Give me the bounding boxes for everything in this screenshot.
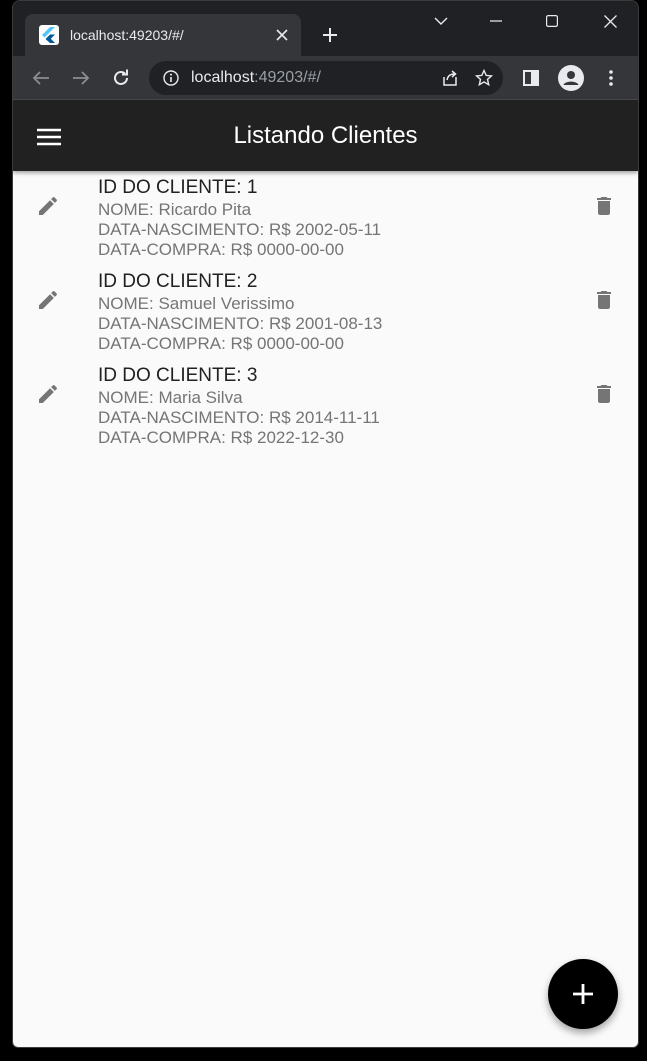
client-birthdate: DATA-NASCIMENTO: R$ 2014-11-11 (98, 408, 380, 427)
minimize-icon[interactable] (476, 7, 516, 35)
back-arrow-icon[interactable] (25, 62, 57, 94)
share-icon[interactable] (435, 63, 465, 93)
address-bar[interactable]: localhost:49203/#/ (149, 61, 503, 95)
trash-icon[interactable] (589, 379, 619, 409)
side-panel-icon[interactable] (515, 62, 547, 94)
flutter-app: Listando Clientes ID DO CLIENTE: 1 NOME:… (13, 101, 638, 1047)
pencil-icon[interactable] (33, 191, 63, 221)
hamburger-menu-icon[interactable] (31, 119, 67, 155)
client-list: ID DO CLIENTE: 1 NOME: Ricardo Pita DATA… (13, 171, 638, 453)
client-id: ID DO CLIENTE: 3 (98, 365, 258, 386)
client-id: ID DO CLIENTE: 1 (98, 177, 258, 198)
page-title: Listando Clientes (233, 122, 418, 149)
url-host: localhost (191, 69, 255, 86)
new-tab-icon[interactable] (316, 21, 344, 49)
client-id: ID DO CLIENTE: 2 (98, 271, 258, 292)
list-item[interactable]: ID DO CLIENTE: 2 NOME: Samuel Verissimo … (13, 265, 638, 359)
client-purchase-date: DATA-COMPRA: R$ 2022-12-30 (98, 428, 344, 447)
forward-arrow-icon[interactable] (65, 62, 97, 94)
client-birthdate: DATA-NASCIMENTO: R$ 2002-05-11 (98, 220, 382, 239)
browser-tab[interactable]: localhost:49203/#/ (25, 14, 301, 56)
url-path: :49203/#/ (254, 69, 321, 86)
tab-close-icon[interactable] (269, 22, 295, 48)
browser-toolbar: localhost:49203/#/ (13, 56, 638, 100)
trash-icon[interactable] (589, 191, 619, 221)
maximize-icon[interactable] (532, 7, 572, 35)
trash-icon[interactable] (589, 285, 619, 315)
plus-icon (573, 984, 593, 1004)
add-client-button[interactable] (548, 959, 618, 1029)
client-info: ID DO CLIENTE: 2 NOME: Samuel Verissimo … (98, 270, 382, 354)
pencil-icon[interactable] (33, 285, 63, 315)
client-info: ID DO CLIENTE: 1 NOME: Ricardo Pita DATA… (98, 176, 381, 260)
bookmark-star-icon[interactable] (469, 63, 499, 93)
list-item[interactable]: ID DO CLIENTE: 3 NOME: Maria Silva DATA-… (13, 359, 638, 453)
pencil-icon[interactable] (33, 379, 63, 409)
client-name: NOME: Ricardo Pita (98, 200, 252, 219)
site-info-icon[interactable] (161, 68, 181, 88)
client-purchase-date: DATA-COMPRA: R$ 0000-00-00 (98, 334, 344, 353)
url-text[interactable]: localhost:49203/#/ (191, 69, 435, 87)
client-purchase-date: DATA-COMPRA: R$ 0000-00-00 (98, 240, 344, 259)
reload-icon[interactable] (105, 62, 137, 94)
tab-strip: localhost:49203/#/ (13, 1, 638, 56)
list-item[interactable]: ID DO CLIENTE: 1 NOME: Ricardo Pita DATA… (13, 171, 638, 265)
browser-menu-icon[interactable] (595, 62, 627, 94)
flutter-favicon-icon (39, 25, 59, 45)
app-bar: Listando Clientes (13, 101, 638, 171)
client-birthdate: DATA-NASCIMENTO: R$ 2001-08-13 (98, 314, 383, 333)
client-name: NOME: Maria Silva (98, 388, 243, 407)
client-info: ID DO CLIENTE: 3 NOME: Maria Silva DATA-… (98, 364, 380, 448)
window-close-icon[interactable] (590, 7, 630, 35)
client-name: NOME: Samuel Verissimo (98, 294, 295, 313)
tab-search-chevron-icon[interactable] (421, 7, 461, 35)
profile-avatar-icon[interactable] (555, 62, 587, 94)
browser-window: localhost:49203/#/ localhost:49203/#/ Li… (12, 0, 639, 1048)
tab-title: localhost:49203/#/ (70, 27, 184, 43)
